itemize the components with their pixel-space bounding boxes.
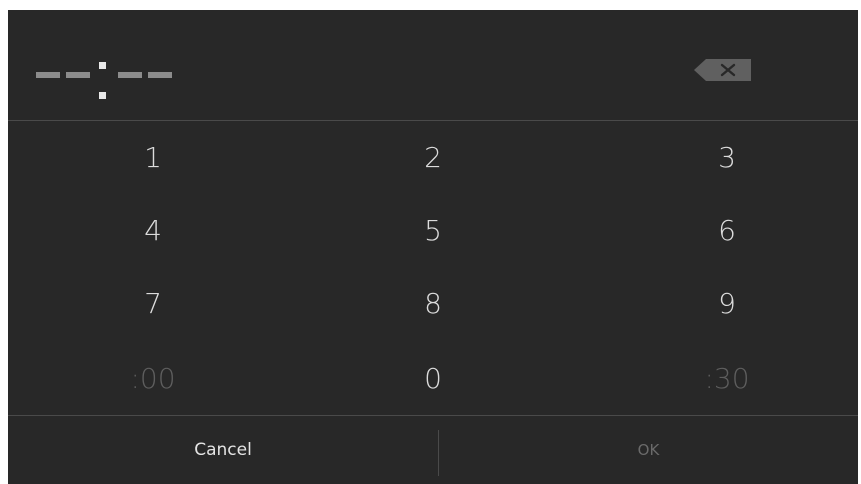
time-picker-dialog: 1 2 3 4 5 6 7 8 9 :00 0 :30 Cancel OK	[8, 10, 858, 484]
key-0[interactable]: 0	[293, 342, 573, 415]
colon-top-dot	[99, 62, 106, 69]
time-display	[8, 10, 858, 120]
button-bar: Cancel OK	[8, 416, 858, 484]
key-00[interactable]: :00	[13, 342, 293, 415]
key-3[interactable]: 3	[587, 121, 861, 194]
time-placeholder	[36, 58, 172, 102]
backspace-icon	[694, 59, 751, 81]
key-4[interactable]: 4	[13, 194, 293, 267]
keypad: 1 2 3 4 5 6 7 8 9 :00 0 :30	[8, 121, 858, 415]
minute-tens-dash	[118, 72, 142, 78]
colon-bottom-dot	[99, 92, 106, 99]
minute-ones-dash	[148, 72, 172, 78]
key-7[interactable]: 7	[13, 267, 293, 340]
cancel-button[interactable]: Cancel	[8, 416, 438, 484]
key-1[interactable]: 1	[13, 121, 293, 194]
key-9[interactable]: 9	[587, 267, 861, 340]
key-30[interactable]: :30	[587, 342, 861, 415]
ok-button[interactable]: OK	[439, 416, 858, 484]
hour-ones-dash	[66, 72, 90, 78]
key-5[interactable]: 5	[293, 194, 573, 267]
hour-tens-dash	[36, 72, 60, 78]
key-8[interactable]: 8	[293, 267, 573, 340]
backspace-button[interactable]	[694, 58, 752, 82]
key-6[interactable]: 6	[587, 194, 861, 267]
key-2[interactable]: 2	[293, 121, 573, 194]
